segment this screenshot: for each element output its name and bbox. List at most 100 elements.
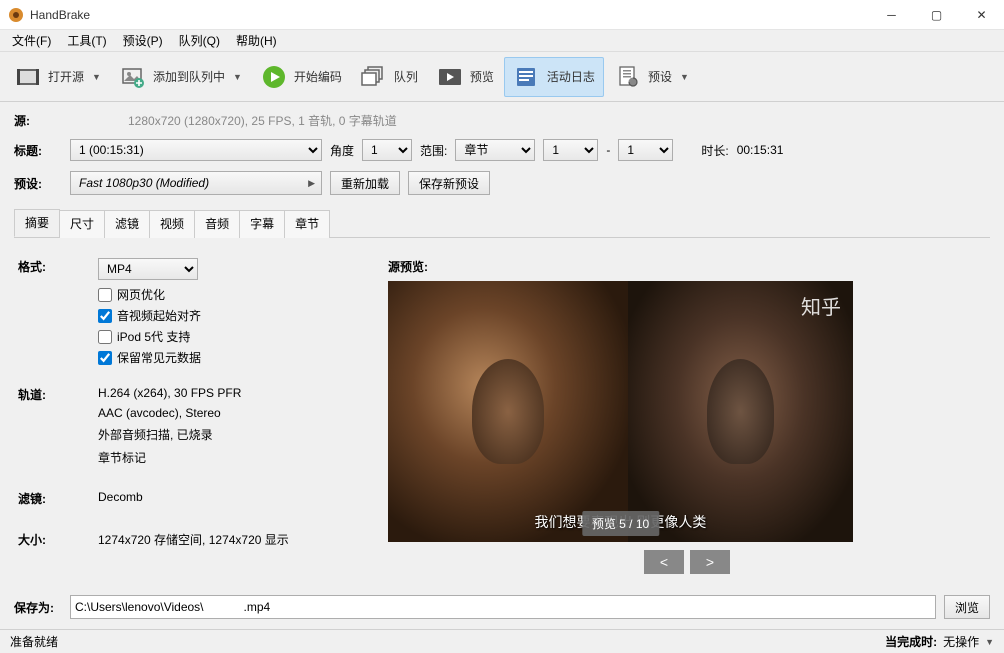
- open-source-button[interactable]: 打开源 ▼: [6, 57, 109, 97]
- photo-add-icon: [119, 63, 147, 91]
- menu-help[interactable]: 帮助(H): [228, 30, 285, 51]
- summary-panel: 格式: MP4 网页优化 音视频起始对齐 iPod 5代 支持 保留常见元数据 …: [18, 258, 348, 575]
- activity-log-button[interactable]: 活动日志: [504, 57, 604, 97]
- saveas-row: 保存为: 浏览: [14, 585, 990, 619]
- play-icon: [260, 63, 288, 91]
- title-label: 标题:: [14, 142, 62, 159]
- keep-metadata-checkbox[interactable]: 保留常见元数据: [98, 349, 348, 366]
- when-done-label: 当完成时:: [885, 633, 937, 650]
- menu-tools[interactable]: 工具(T): [59, 30, 114, 51]
- title-select[interactable]: 1 (00:15:31): [70, 139, 322, 161]
- preset-select[interactable]: Fast 1080p30 (Modified) ▶: [70, 171, 322, 195]
- tracks-label: 轨道:: [18, 386, 98, 466]
- source-info: 1280x720 (1280x720), 25 FPS, 1 音轨, 0 字幕轨…: [128, 112, 397, 129]
- save-new-preset-button[interactable]: 保存新预设: [408, 171, 490, 195]
- filters-value: Decomb: [98, 490, 348, 507]
- app-icon: [8, 7, 24, 23]
- start-encode-button[interactable]: 开始编码: [252, 57, 350, 97]
- menu-file[interactable]: 文件(F): [4, 30, 59, 51]
- angle-select[interactable]: 1: [362, 139, 412, 161]
- chevron-down-icon: ▼: [233, 72, 242, 82]
- size-label: 大小:: [18, 531, 98, 548]
- chevron-down-icon: ▼: [680, 72, 689, 82]
- preview-prev-button[interactable]: <: [644, 550, 684, 574]
- format-select[interactable]: MP4: [98, 258, 198, 280]
- maximize-button[interactable]: ▢: [914, 0, 959, 30]
- preview-icon: [436, 63, 464, 91]
- presets-button[interactable]: 预设 ▼: [606, 57, 697, 97]
- triangle-right-icon: ▶: [308, 178, 315, 189]
- add-to-queue-button[interactable]: 添加到队列中 ▼: [111, 57, 250, 97]
- tab-audio[interactable]: 音频: [194, 210, 240, 238]
- range-label: 范围:: [420, 142, 447, 159]
- presets-label: 预设: [648, 68, 672, 85]
- chevron-down-icon: ▼: [92, 72, 101, 82]
- watermark-text: 知乎: [801, 291, 841, 320]
- source-row: 源: 1280x720 (1280x720), 25 FPS, 1 音轨, 0 …: [14, 112, 990, 129]
- range-type-select[interactable]: 章节: [455, 139, 535, 161]
- web-optimize-checkbox[interactable]: 网页优化: [98, 286, 348, 303]
- reload-preset-button[interactable]: 重新加载: [330, 171, 400, 195]
- source-label: 源:: [14, 112, 62, 129]
- toolbar: 打开源 ▼ 添加到队列中 ▼ 开始编码 队列 预览 活动日志 预设 ▼: [0, 52, 1004, 102]
- duration-value: 00:15:31: [737, 143, 784, 157]
- tab-chapters[interactable]: 章节: [284, 210, 330, 238]
- preset-value: Fast 1080p30 (Modified): [79, 176, 308, 190]
- menu-presets[interactable]: 预设(P): [115, 30, 171, 51]
- tab-filters[interactable]: 滤镜: [104, 210, 150, 238]
- tab-video[interactable]: 视频: [149, 210, 195, 238]
- preview-image: 知乎 我们想要表现出 则更像人类 预览 5 / 10: [388, 281, 853, 542]
- chevron-down-icon[interactable]: ▼: [985, 637, 994, 647]
- queue-button[interactable]: 队列: [352, 57, 426, 97]
- queue-icon: [360, 63, 388, 91]
- activity-log-label: 活动日志: [547, 68, 595, 85]
- statusbar: 准备就绪 当完成时: 无操作 ▼: [0, 629, 1004, 653]
- menubar: 文件(F) 工具(T) 预设(P) 队列(Q) 帮助(H): [0, 30, 1004, 52]
- duration-label: 时长:: [701, 142, 728, 159]
- close-button[interactable]: ✕: [959, 0, 1004, 30]
- range-end-select[interactable]: 1: [618, 139, 673, 161]
- preset-label: 预设:: [14, 175, 62, 192]
- av-align-checkbox[interactable]: 音视频起始对齐: [98, 307, 348, 324]
- browse-button[interactable]: 浏览: [944, 595, 990, 619]
- preview-right-half: [628, 281, 853, 542]
- tab-dimensions[interactable]: 尺寸: [59, 210, 105, 238]
- tracks-info: H.264 (x264), 30 FPS PFR AAC (avcodec), …: [98, 386, 348, 466]
- status-text: 准备就绪: [10, 633, 58, 650]
- preview-left-half: [388, 281, 628, 542]
- saveas-label: 保存为:: [14, 599, 62, 616]
- preview-button[interactable]: 预览: [428, 57, 502, 97]
- queue-label: 队列: [394, 68, 418, 85]
- when-done-value[interactable]: 无操作: [943, 633, 979, 650]
- preview-label: 预览: [470, 68, 494, 85]
- range-start-select[interactable]: 1: [543, 139, 598, 161]
- presets-icon: [614, 63, 642, 91]
- log-icon: [513, 63, 541, 91]
- main-content: 源: 1280x720 (1280x720), 25 FPS, 1 音轨, 0 …: [0, 102, 1004, 629]
- tab-strip: 摘要 尺寸 滤镜 视频 音频 字幕 章节: [14, 209, 990, 238]
- filters-label: 滤镜:: [18, 490, 98, 507]
- minimize-button[interactable]: ─: [869, 0, 914, 30]
- window-title: HandBrake: [30, 8, 869, 22]
- tab-subtitles[interactable]: 字幕: [239, 210, 285, 238]
- add-to-queue-label: 添加到队列中: [153, 68, 225, 85]
- tab-summary[interactable]: 摘要: [14, 209, 60, 237]
- title-row: 标题: 1 (00:15:31) 角度 1 范围: 章节 1 - 1 时长: 0…: [14, 139, 990, 161]
- open-source-label: 打开源: [48, 68, 84, 85]
- preset-row: 预设: Fast 1080p30 (Modified) ▶ 重新加载 保存新预设: [14, 171, 990, 195]
- menu-queue[interactable]: 队列(Q): [171, 30, 228, 51]
- window-titlebar: HandBrake ─ ▢ ✕: [0, 0, 1004, 30]
- format-label: 格式:: [18, 258, 98, 370]
- preview-panel: 源预览: 知乎 我们想要表现出 则更像人类 预览 5 / 10 < >: [388, 258, 986, 575]
- start-encode-label: 开始编码: [294, 68, 342, 85]
- angle-label: 角度: [330, 142, 354, 159]
- preview-label: 源预览:: [388, 258, 986, 275]
- size-value: 1274x720 存储空间, 1274x720 显示: [98, 531, 348, 548]
- film-icon: [14, 63, 42, 91]
- tab-body: 格式: MP4 网页优化 音视频起始对齐 iPod 5代 支持 保留常见元数据 …: [14, 248, 990, 575]
- saveas-input[interactable]: [70, 595, 936, 619]
- range-separator: -: [606, 143, 610, 157]
- preview-counter: 预览 5 / 10: [582, 511, 659, 536]
- preview-next-button[interactable]: >: [690, 550, 730, 574]
- ipod-support-checkbox[interactable]: iPod 5代 支持: [98, 328, 348, 345]
